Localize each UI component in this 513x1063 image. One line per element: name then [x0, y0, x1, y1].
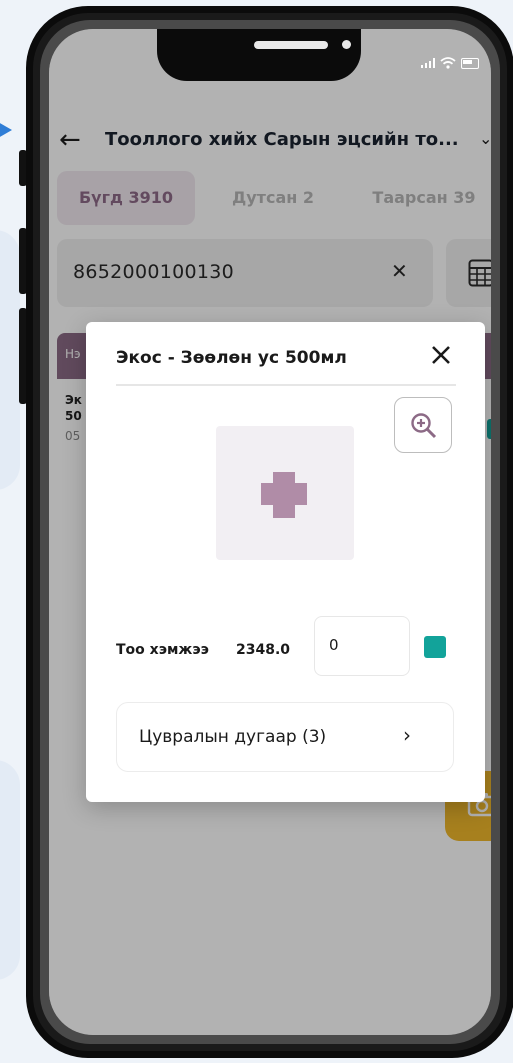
product-image	[216, 426, 354, 560]
status-bar-icons	[421, 57, 479, 69]
phone-screen: ← Тооллого хийх Сарын эцсийн то... ⌄ Бүг…	[49, 29, 491, 1035]
chevron-right-icon: ›	[403, 723, 411, 747]
background-shape	[0, 230, 20, 490]
phone-notch	[157, 29, 361, 81]
signal-icon	[421, 58, 435, 68]
pointer-arrow-icon	[0, 122, 12, 138]
zoom-button[interactable]	[394, 397, 452, 453]
background-shape	[0, 760, 20, 980]
plus-icon-bar	[261, 483, 307, 505]
dialog-divider	[116, 384, 456, 386]
serial-number-button[interactable]: Цувралын дугаар (3) ›	[116, 702, 454, 772]
close-button[interactable]	[426, 340, 456, 370]
close-icon	[432, 346, 450, 364]
zoom-in-icon	[411, 413, 437, 439]
battery-icon	[461, 57, 479, 69]
stock-value: 2348.0	[236, 642, 291, 658]
product-dialog: Экос - Зөөлөн ус 500мл Тоо хэмжээ 2348.0…	[86, 322, 485, 802]
page: ← Тооллого хийх Сарын эцсийн то... ⌄ Бүг…	[0, 0, 513, 1063]
quantity-status-checkbox[interactable]	[424, 636, 446, 658]
speaker-grille	[254, 41, 328, 49]
quantity-input[interactable]: 0	[314, 616, 410, 676]
phone-frame: ← Тооллого хийх Сарын эцсийн то... ⌄ Бүг…	[26, 6, 513, 1058]
quantity-label: Тоо хэмжээ	[116, 642, 209, 658]
dialog-title: Экос - Зөөлөн ус 500мл	[116, 348, 347, 368]
serial-number-label: Цувралын дугаар (3)	[139, 727, 327, 747]
front-camera	[342, 40, 351, 49]
wifi-icon	[440, 57, 456, 69]
phone-bezel: ← Тооллого хийх Сарын эцсийн то... ⌄ Бүг…	[40, 20, 500, 1044]
